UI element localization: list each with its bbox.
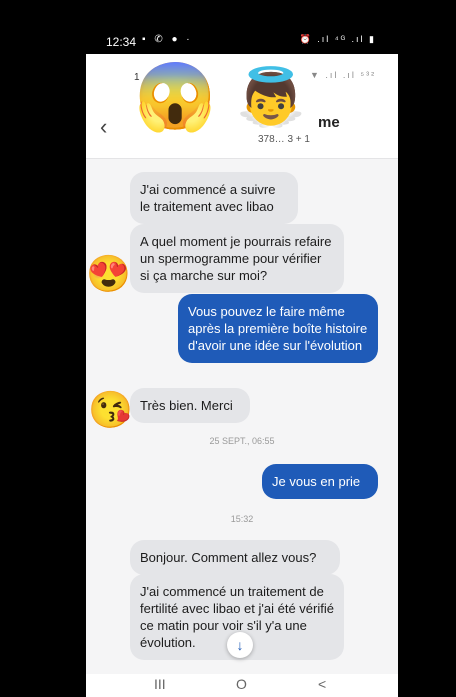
message-timestamp: 15:32 xyxy=(230,514,254,524)
message-timestamp: 25 SEPT., 06:55 xyxy=(209,436,275,446)
recents-button[interactable]: III xyxy=(154,676,166,692)
message-bubble-received[interactable]: Très bien. Merci xyxy=(130,388,250,423)
message-bubble-sent[interactable]: Vous pouvez le faire même après la premi… xyxy=(178,294,378,363)
status-time: 12:34 xyxy=(106,35,137,49)
message-bubble-received[interactable]: Bonjour. Comment allez vous? xyxy=(130,540,340,575)
notification-icons: ▪ ✆ ● · xyxy=(142,34,193,45)
chat-screen: 1 ▼ .ıl .ıl ⁵³² ‹ me 378… 3 + 1 😱 👼 J'ai… xyxy=(86,54,398,674)
angel-emoji-icon: 👼 xyxy=(236,65,306,128)
message-bubble-received[interactable]: A quel moment je pourrais refaire un spe… xyxy=(130,224,344,293)
signal-battery-icons: ⏰ .ıl ⁴ᴳ .ıl ▮ xyxy=(299,34,376,44)
heart-eyes-emoji-icon: 😍 xyxy=(86,253,131,294)
home-button[interactable]: O xyxy=(236,676,247,692)
scroll-to-bottom-button[interactable]: ↓ xyxy=(227,632,253,658)
message-bubble-received[interactable]: J'ai commencé a suivre le traitement ave… xyxy=(130,172,298,224)
contact-subtitle: 378… 3 + 1 xyxy=(258,134,310,145)
header-faded-status-icons: ▼ .ıl .ıl ⁵³² xyxy=(310,70,377,80)
contact-name[interactable]: me xyxy=(318,114,340,131)
message-bubble-sent[interactable]: Je vous en prie xyxy=(262,464,378,499)
kiss-emoji-icon: 😘 xyxy=(88,389,133,430)
android-nav-bar: III O < xyxy=(86,674,398,697)
back-button[interactable]: ‹ xyxy=(100,114,107,140)
scream-emoji-icon: 😱 xyxy=(134,59,217,133)
nav-back-button[interactable]: < xyxy=(318,676,326,692)
status-bar: 12:34 ▪ ✆ ● · ⏰ .ıl ⁴ᴳ .ıl ▮ xyxy=(86,28,398,54)
